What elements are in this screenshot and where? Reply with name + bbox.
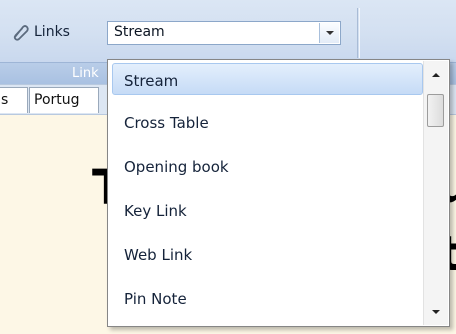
dropdown-item-label: Cross Table <box>124 114 209 132</box>
dropdown-item-web-link[interactable]: Web Link <box>112 237 423 269</box>
combobox-dropdown-button[interactable] <box>319 23 339 43</box>
dropdown-item-label: Stream <box>124 72 179 90</box>
dropdown-item-opening-book[interactable]: Opening book <box>112 149 423 181</box>
dropdown-item-label: Web Link <box>124 246 193 264</box>
scroll-up-button[interactable] <box>424 61 448 87</box>
group-divider-highlight <box>359 8 360 58</box>
links-control[interactable]: Links <box>10 22 70 42</box>
chevron-down-icon <box>326 31 334 35</box>
dropdown-item-stream[interactable]: Stream <box>112 63 423 95</box>
links-label: Links <box>34 24 70 40</box>
combobox-value: Stream <box>114 24 165 40</box>
dropdown-scrollbar[interactable] <box>423 61 448 325</box>
group-divider <box>357 8 358 58</box>
tab-partial-1[interactable]: s <box>0 87 28 113</box>
dropdown-item-pin-note[interactable]: Pin Note <box>112 281 423 313</box>
link-type-combobox[interactable]: Stream <box>107 21 341 45</box>
tab-portuguese[interactable]: Portug <box>29 87 99 113</box>
ribbon-group-caption: Link <box>72 66 99 81</box>
dropdown-item-key-link[interactable]: Key Link <box>112 193 423 225</box>
chevron-down-icon <box>432 310 440 314</box>
scrollbar-thumb[interactable] <box>427 94 444 127</box>
scroll-down-button[interactable] <box>424 299 448 325</box>
paperclip-icon <box>13 25 29 41</box>
link-type-dropdown-list: Stream Cross Table Opening book Key Link… <box>107 59 450 327</box>
dropdown-item-cross-table[interactable]: Cross Table <box>112 105 423 137</box>
dropdown-item-label: Pin Note <box>124 290 187 308</box>
dropdown-items: Stream Cross Table Opening book Key Link… <box>108 60 423 326</box>
tab-label: Portug <box>34 92 80 108</box>
chevron-up-icon <box>432 73 440 77</box>
ribbon-toolbar: Links Stream <box>0 0 456 62</box>
dropdown-item-label: Opening book <box>124 158 229 176</box>
dropdown-item-label: Key Link <box>124 202 187 220</box>
tab-label: s <box>1 92 9 108</box>
